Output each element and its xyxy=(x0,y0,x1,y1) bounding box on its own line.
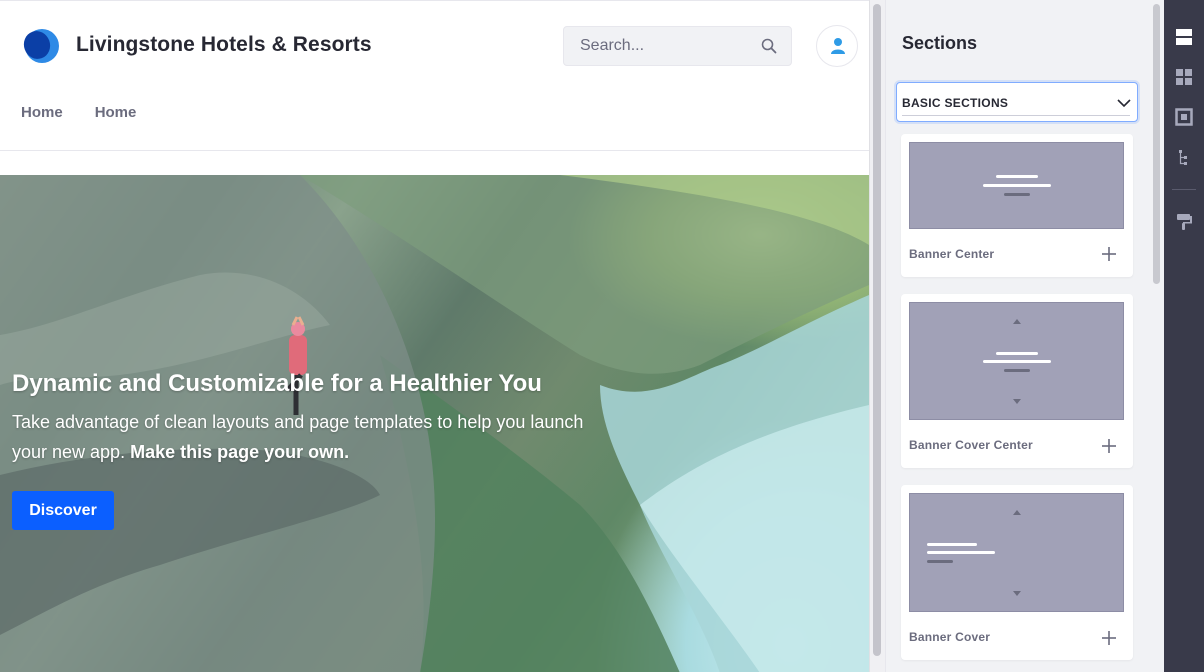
site-logo[interactable] xyxy=(21,28,59,64)
section-card-label: Banner Cover Center xyxy=(909,438,1033,452)
nav-divider xyxy=(0,150,869,151)
section-collection-value: BASIC SECTIONS xyxy=(902,96,1009,110)
widgets-icon[interactable] xyxy=(1174,107,1194,127)
user-avatar-button[interactable] xyxy=(816,25,858,67)
hero-banner: Dynamic and Customizable for a Healthier… xyxy=(0,175,869,672)
page-preview: Livingstone Hotels & Resorts Home Home xyxy=(0,0,869,672)
search-icon[interactable] xyxy=(761,38,777,54)
add-icon[interactable] xyxy=(1101,438,1117,454)
product-menu-toolbar xyxy=(1164,0,1204,672)
panel-title: Sections xyxy=(902,33,978,53)
section-card-banner-center[interactable]: Banner Center xyxy=(901,134,1133,277)
search-bar xyxy=(563,26,792,66)
section-thumbnail xyxy=(909,302,1124,420)
select-underline xyxy=(902,115,1130,116)
page-structure-icon[interactable] xyxy=(1174,147,1194,167)
banner-center-preview-icon xyxy=(983,175,1051,196)
section-card-label: Banner Cover xyxy=(909,630,991,644)
add-icon[interactable] xyxy=(1101,630,1117,646)
section-thumbnail xyxy=(909,493,1124,612)
nav-item-home-2[interactable]: Home xyxy=(95,104,137,121)
page-scrollbar-thumb[interactable] xyxy=(873,4,881,656)
hero-description: Take advantage of clean layouts and page… xyxy=(12,407,592,467)
look-and-feel-icon[interactable] xyxy=(1174,212,1194,232)
site-title[interactable]: Livingstone Hotels & Resorts xyxy=(76,33,372,57)
section-thumbnail xyxy=(909,142,1124,229)
hero-description-emphasis: Make this page your own. xyxy=(130,442,350,462)
banner-cover-preview-icon xyxy=(927,510,1021,596)
add-icon[interactable] xyxy=(1101,246,1117,262)
section-card-label: Banner Center xyxy=(909,247,995,261)
section-card-banner-cover[interactable]: Banner Cover xyxy=(901,485,1133,660)
search-input[interactable] xyxy=(564,27,754,65)
section-collection-select[interactable]: BASIC SECTIONS xyxy=(896,82,1138,122)
banner-cover-center-preview-icon xyxy=(983,319,1051,404)
toolbar-divider xyxy=(1172,189,1196,190)
main-navigation: Home Home xyxy=(21,104,136,121)
nav-item-home[interactable]: Home xyxy=(21,104,63,121)
hero-title: Dynamic and Customizable for a Healthier… xyxy=(12,370,542,397)
section-card-banner-cover-center[interactable]: Banner Cover Center xyxy=(901,294,1133,468)
site-header: Livingstone Hotels & Resorts xyxy=(0,1,869,91)
fragments-icon[interactable] xyxy=(1174,67,1194,87)
panel-scrollbar-thumb[interactable] xyxy=(1153,4,1160,284)
chevron-down-icon xyxy=(1117,99,1131,108)
discover-button[interactable]: Discover xyxy=(12,491,114,530)
user-icon xyxy=(831,38,845,54)
sections-icon[interactable] xyxy=(1174,27,1194,47)
